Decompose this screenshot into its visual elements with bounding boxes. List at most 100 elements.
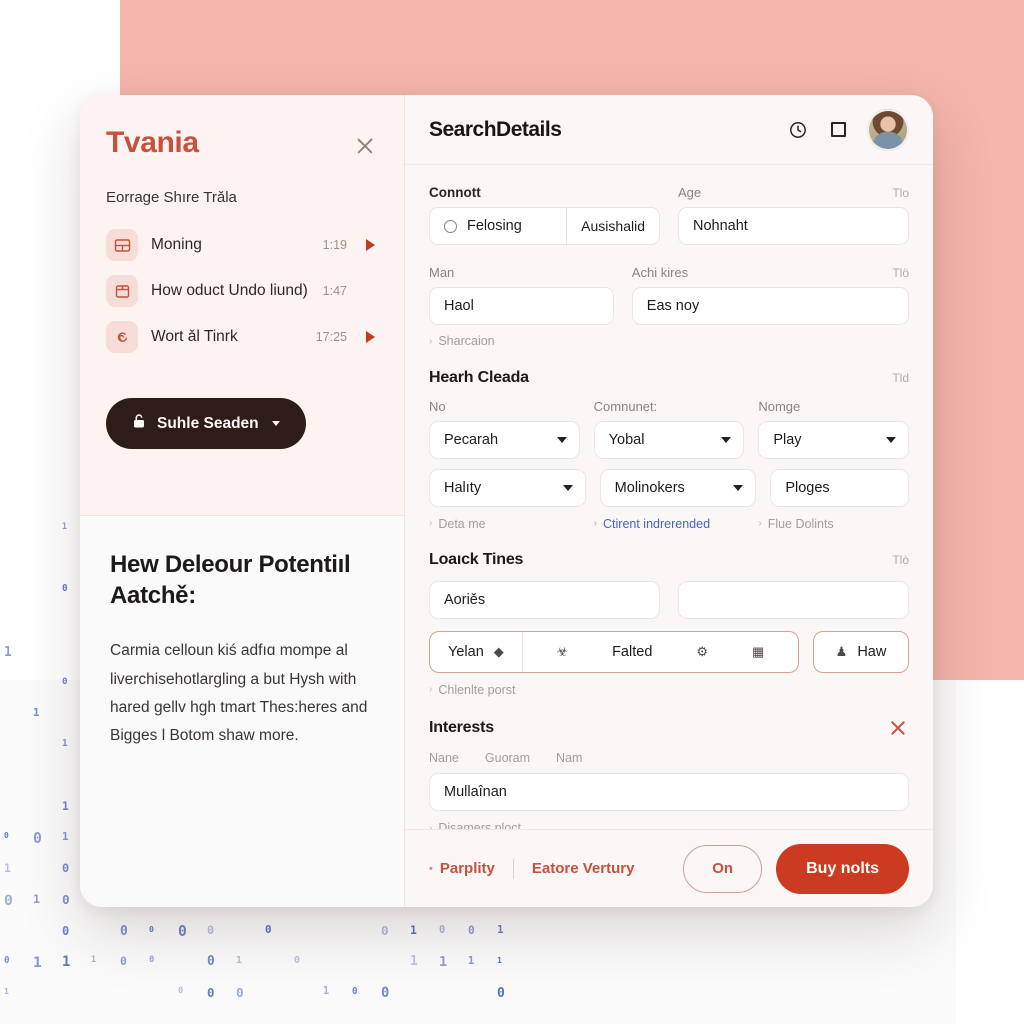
chevron-right-icon: ›	[593, 518, 598, 529]
footer-link-parplity[interactable]: • Parplity	[429, 860, 495, 877]
filter-icon[interactable]: ☣	[556, 645, 568, 658]
health-col3-label: Nomge	[758, 398, 801, 414]
play-icon[interactable]	[362, 331, 378, 343]
diamond-icon: ◆	[493, 644, 504, 659]
chevron-down-icon	[556, 436, 567, 443]
logick-hint[interactable]: › Chlenlte porst	[429, 683, 515, 697]
health-select-1[interactable]: Pecarah	[429, 420, 580, 459]
chevron-down-icon	[886, 436, 897, 443]
chevron-down-icon	[271, 421, 280, 426]
achi-label-row: Achi kires Tlö	[632, 265, 909, 287]
health-select-2[interactable]: Yobal	[593, 420, 745, 459]
health-col1-label: No	[429, 398, 446, 414]
chevron-right-icon: ›	[758, 518, 762, 529]
contact-radio-value: Felosing	[467, 218, 522, 234]
divider	[512, 858, 514, 879]
man-value: Haol	[444, 298, 474, 314]
health-section-head: Hearh Cleada Tld	[429, 369, 909, 387]
spiral-icon	[106, 321, 138, 353]
left-panel: Tvania Eorrage Shıre Trǎla Moning 1:19 H…	[80, 95, 405, 907]
achi-label: Achi kires	[631, 265, 689, 280]
footer-link-parplity-label: Parplity	[439, 860, 495, 877]
health-hint-1[interactable]: › Deta me	[429, 517, 580, 531]
haw-button[interactable]: ♟ Haw	[813, 630, 909, 673]
health-hint-2[interactable]: › Ctirent indrerended	[594, 517, 745, 531]
chevron-right-icon: ›	[429, 335, 433, 347]
logick-input-2[interactable]	[678, 580, 909, 619]
person-icon: ♟	[835, 644, 848, 659]
on-button[interactable]: On	[683, 844, 763, 893]
contact-group: Connott Felosing Ausishalid	[429, 185, 660, 245]
health-hint-1-label: Deta me	[438, 516, 486, 531]
right-panel: SearchDetails Connott Felosing Ausishali…	[405, 95, 933, 907]
logick-hint-label: Chlenlte porst	[438, 682, 516, 697]
list-item-label: How oduct Undo liund)	[151, 282, 308, 299]
man-hint[interactable]: › Sharcaion	[429, 334, 495, 348]
man-row: Man Haol › Sharcaion Achi kires Tlö Eas …	[429, 265, 909, 349]
segment-yelan[interactable]: Yelan ◆	[430, 632, 522, 672]
buy-nolts-button[interactable]: Buy nolts	[776, 843, 909, 894]
square-icon[interactable]	[827, 119, 849, 141]
footer-link-eatore[interactable]: Eatore Vertury	[532, 860, 635, 877]
logick-input-row: Aoriěs	[429, 580, 909, 619]
list-icon[interactable]: ▦	[752, 645, 764, 658]
man-input[interactable]: Haol	[429, 287, 614, 325]
list-item-time: 1:47	[322, 284, 347, 298]
segment-falted-label: Falted	[612, 643, 653, 660]
achi-input[interactable]: Eas noy	[631, 287, 909, 325]
health-input-6-value: Ploges	[785, 479, 830, 496]
health-hint-2-label: Ctirent indrerended	[603, 516, 711, 531]
chevron-right-icon: ›	[429, 684, 433, 695]
achi-side-note: Tlö	[892, 266, 909, 280]
list-item-time: 1:19	[322, 238, 347, 252]
download-icon[interactable]: ⚙	[696, 645, 708, 658]
close-icon[interactable]	[887, 717, 909, 739]
dot-icon: •	[429, 862, 433, 875]
header-icon-group	[787, 108, 909, 151]
age-side-note: Tlo	[892, 186, 909, 200]
list-item[interactable]: Wort ǎl Tinrk 17:25	[106, 314, 378, 360]
health-select-3[interactable]: Play	[758, 420, 910, 459]
achi-value: Eas noy	[646, 298, 700, 314]
interests-col-3: Nam	[556, 751, 583, 765]
chevron-down-icon	[721, 436, 732, 443]
interests-hint[interactable]: › Disamers ploct	[429, 821, 521, 829]
suhle-seaden-label: Suhle Seaden	[157, 414, 259, 432]
logick-input-1-value: Aoriěs	[444, 591, 486, 608]
page-title: SearchDetails	[429, 117, 562, 141]
health-select-5[interactable]: Molinokers	[599, 468, 757, 507]
list-item[interactable]: How oduct Undo liund) 1:47	[106, 268, 378, 314]
contact-label: Connott	[429, 185, 481, 200]
health-select-4-value: Halıty	[444, 479, 482, 496]
man-label: Man	[429, 265, 455, 280]
avatar[interactable]	[867, 108, 909, 151]
chevron-right-icon: ›	[429, 518, 433, 529]
interests-head: Interests	[429, 717, 909, 739]
right-panel-body: Connott Felosing Ausishalid Age Tlo Nohn…	[405, 165, 933, 829]
segment-falted[interactable]: ☣ Falted ⚙ ▦	[523, 632, 798, 672]
age-group: Age Tlo Nohnaht	[678, 185, 909, 245]
interests-input[interactable]: Mullaînan	[429, 773, 909, 811]
health-select-3-value: Play	[773, 431, 802, 448]
age-input[interactable]: Nohnaht	[678, 207, 909, 245]
right-panel-footer: • Parplity Eatore Vertury On Buy nolts	[405, 829, 933, 907]
interests-hint-label: Disamers ploct	[438, 821, 522, 829]
clock-icon[interactable]	[787, 119, 809, 141]
logick-section-head: Loaıck Tines Tlò	[429, 551, 909, 569]
health-input-6[interactable]: Ploges	[770, 468, 910, 507]
interests-section: Interests Nane Guoram Nam Mullaînan › Di…	[429, 717, 909, 829]
logick-title: Loaıck Tines	[429, 550, 524, 568]
health-hint-3[interactable]: › Flue Dolints	[758, 517, 909, 531]
suhle-seaden-button[interactable]: Suhle Seaden	[106, 398, 306, 449]
radio-icon[interactable]	[444, 219, 457, 233]
logick-input-1[interactable]: Aoriěs	[429, 580, 660, 619]
close-icon[interactable]	[352, 133, 378, 159]
health-select-4[interactable]: Halıty	[429, 468, 586, 507]
health-select-2-value: Yobal	[608, 431, 645, 448]
list-item-time: 17:25	[315, 330, 347, 344]
contact-radio-field[interactable]: Felosing Ausishalid	[429, 207, 660, 245]
background-bottom-right	[956, 680, 1024, 1024]
list-item[interactable]: Moning 1:19	[106, 222, 378, 268]
health-section: Hearh Cleada Tld No Comnunet: Nomge Peca…	[429, 369, 910, 531]
play-icon[interactable]	[362, 239, 378, 251]
